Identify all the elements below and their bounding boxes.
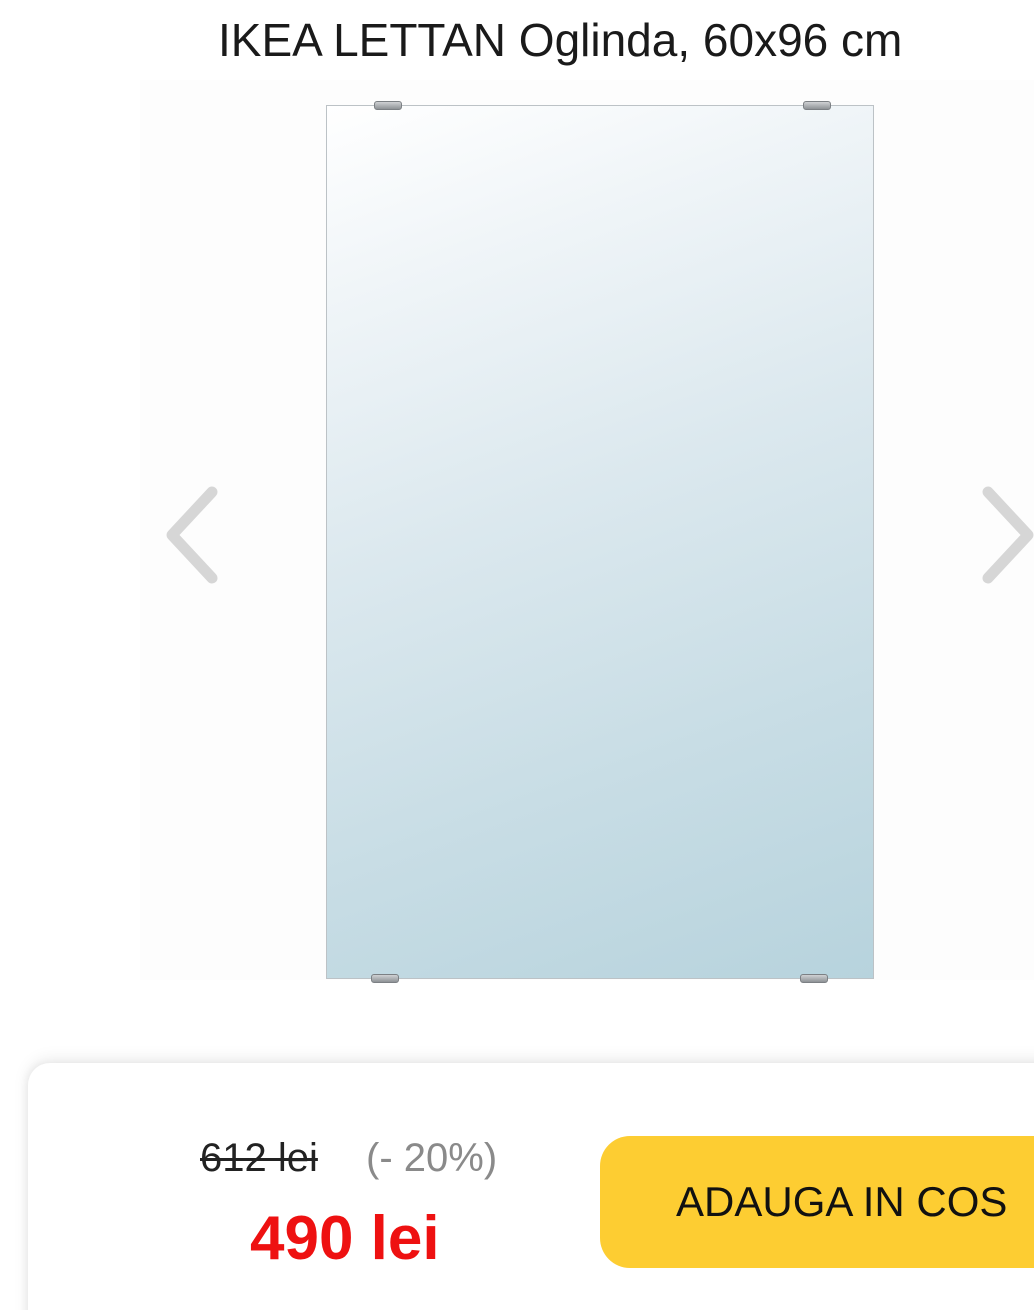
chevron-right-icon [982, 486, 1034, 584]
mirror-clip-icon [800, 974, 828, 983]
product-title: IKEA LETTAN Oglinda, 60x96 cm [218, 14, 903, 66]
old-price: 612 lei [200, 1136, 318, 1180]
product-image-mirror [326, 105, 874, 979]
gallery-prev-button[interactable] [150, 480, 220, 590]
image-gallery[interactable] [0, 80, 1034, 1000]
product-page: IKEA LETTAN Oglinda, 60x96 cm 612 lei (-… [0, 0, 1034, 1310]
mirror-clip-icon [374, 101, 402, 110]
mirror-clip-icon [803, 101, 831, 110]
gallery-next-button[interactable] [968, 480, 1034, 590]
add-to-cart-button[interactable]: ADAUGA IN COS [600, 1136, 1034, 1268]
chevron-left-icon [166, 486, 218, 584]
current-price: 490 lei [250, 1204, 440, 1273]
discount-badge: (- 20%) [366, 1136, 498, 1180]
mirror-clip-icon [371, 974, 399, 983]
